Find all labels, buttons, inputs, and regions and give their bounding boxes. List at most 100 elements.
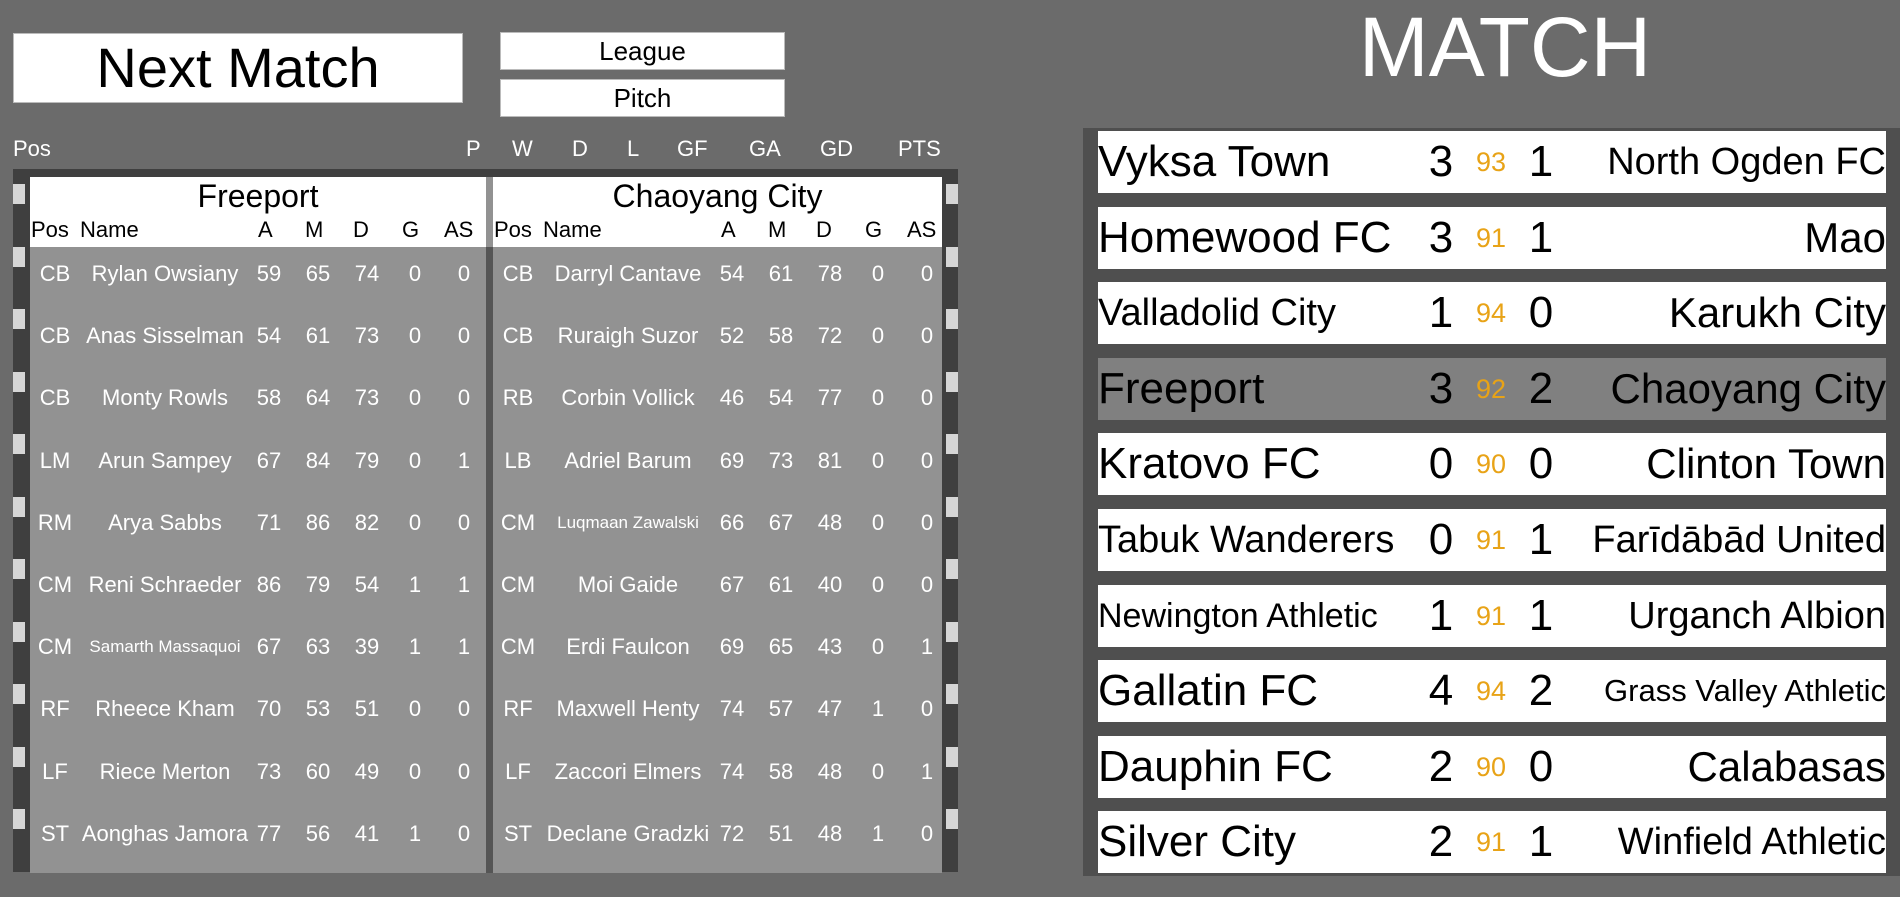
home-col-pos: Pos xyxy=(31,217,69,242)
player-name: Ruraigh Suzor xyxy=(557,323,699,349)
player-assists: 0 xyxy=(920,261,934,286)
player-defense: 77 xyxy=(817,385,843,411)
player-pos: LF xyxy=(505,758,531,784)
player-defense: 82 xyxy=(354,509,380,535)
fixture-row[interactable]: Gallatin FC 4 94 2 Grass Valley Athletic xyxy=(1098,660,1886,723)
home-player-row[interactable]: CB Rylan Owsiany 59 65 74 0 0 xyxy=(30,261,486,291)
fixture-home-score: 3 xyxy=(1428,212,1454,262)
player-defense: 81 xyxy=(817,447,843,473)
player-midfield: 61 xyxy=(768,261,794,286)
player-midfield: 84 xyxy=(305,447,331,473)
league-col-pos: Pos xyxy=(13,136,51,161)
home-player-row[interactable]: RF Rheece Kham 70 53 51 0 0 xyxy=(30,696,486,726)
player-pos: CB xyxy=(39,323,71,349)
player-goals: 0 xyxy=(871,634,885,660)
home-col-defense: D xyxy=(353,217,369,242)
player-pos: CM xyxy=(500,509,536,535)
away-player-row[interactable]: LB Adriel Barum 69 73 81 0 0 xyxy=(493,448,942,478)
away-player-row[interactable]: ST Declane Gradzki 72 51 48 1 0 xyxy=(493,821,942,851)
fixture-away-team: Chaoyang City xyxy=(1610,364,1886,412)
player-pos: CB xyxy=(39,385,71,411)
home-team-name: Freeport xyxy=(197,178,319,214)
league-col-won: W xyxy=(512,136,533,161)
player-attack: 54 xyxy=(719,261,745,286)
fixture-row[interactable]: Tabuk Wanderers 0 91 1 Farīdābād United xyxy=(1098,509,1886,571)
league-row-edge xyxy=(13,559,25,579)
player-midfield: 73 xyxy=(768,447,794,473)
away-player-row[interactable]: RF Maxwell Henty 74 57 47 1 0 xyxy=(493,696,942,726)
pitch-button[interactable]: Pitch xyxy=(500,79,785,117)
fixture-away-score: 0 xyxy=(1528,741,1554,791)
fixture-row[interactable]: Silver City 2 91 1 Winfield Athletic xyxy=(1098,811,1886,874)
player-midfield: 63 xyxy=(305,634,331,660)
fixture-minute: 94 xyxy=(1475,298,1507,329)
league-button[interactable]: League xyxy=(500,32,785,70)
fixture-home-score: 2 xyxy=(1428,741,1454,791)
player-goals: 1 xyxy=(871,696,885,722)
league-row-edge xyxy=(13,247,25,267)
fixture-minute: 91 xyxy=(1475,827,1507,858)
player-attack: 67 xyxy=(256,447,282,473)
player-assists: 0 xyxy=(457,261,471,286)
fixture-row-active[interactable]: Freeport 3 92 2 Chaoyang City xyxy=(1098,357,1886,420)
fixture-row[interactable]: Homewood FC 3 91 1 Mao xyxy=(1098,206,1886,269)
home-player-row[interactable]: CM Reni Schraeder 86 79 54 1 1 xyxy=(30,572,486,602)
player-name: Rylan Owsiany xyxy=(91,261,239,286)
fixture-row[interactable]: Vyksa Town 3 93 1 North Ogden FC xyxy=(1098,131,1886,193)
fixture-away-score: 2 xyxy=(1528,363,1554,413)
player-name: Anas Sisselman xyxy=(86,323,244,349)
next-match-button[interactable]: Next Match xyxy=(13,33,463,103)
fixture-home-score: 2 xyxy=(1428,817,1454,867)
home-player-row[interactable]: ST Aonghas Jamora 77 56 41 1 0 xyxy=(30,821,486,851)
fixture-row[interactable]: Valladolid City 1 94 0 Karukh City xyxy=(1098,282,1886,345)
away-player-row[interactable]: CB Darryl Cantave 54 61 78 0 0 xyxy=(493,261,942,291)
away-col-attack: A xyxy=(721,217,736,242)
player-assists: 0 xyxy=(920,385,934,411)
away-player-row[interactable]: CB Ruraigh Suzor 52 58 72 0 0 xyxy=(493,323,942,353)
fixture-home-score: 3 xyxy=(1428,137,1454,186)
player-assists: 0 xyxy=(457,696,471,722)
fixture-away-team: North Ogden FC xyxy=(1607,141,1886,183)
home-player-row[interactable]: CB Anas Sisselman 54 61 73 0 0 xyxy=(30,323,486,353)
player-assists: 0 xyxy=(920,323,934,349)
league-row-edge xyxy=(946,747,958,767)
player-goals: 1 xyxy=(408,820,422,846)
league-row-edge xyxy=(13,747,25,767)
fixture-row[interactable]: Newington Athletic 1 91 1 Urganch Albion xyxy=(1098,584,1886,647)
home-player-row[interactable]: RM Arya Sabbs 71 86 82 0 0 xyxy=(30,510,486,540)
league-row-edge xyxy=(13,309,25,329)
fixture-row[interactable]: Dauphin FC 2 90 0 Calabasas xyxy=(1098,735,1886,798)
away-col-defense: D xyxy=(816,217,832,242)
player-name: Maxwell Henty xyxy=(556,696,700,722)
away-player-row[interactable]: LF Zaccori Elmers 74 58 48 0 1 xyxy=(493,759,942,789)
fixture-away-score: 1 xyxy=(1528,212,1554,262)
league-col-goals-against: GA xyxy=(749,136,781,161)
lineups-panel: Freeport Pos Name A M D G AS Chaoyang Ci… xyxy=(30,177,942,873)
fixture-home-team: Gallatin FC xyxy=(1098,666,1319,716)
league-col-goal-diff: GD xyxy=(820,136,853,161)
player-attack: 71 xyxy=(256,509,282,535)
away-player-row[interactable]: CM Erdi Faulcon 69 65 43 0 1 xyxy=(493,634,942,664)
player-defense: 72 xyxy=(817,323,843,349)
fixture-row[interactable]: Kratovo FC 0 90 0 Clinton Town xyxy=(1098,433,1886,496)
home-player-row[interactable]: CB Monty Rowls 58 64 73 0 0 xyxy=(30,385,486,415)
player-attack: 70 xyxy=(256,696,282,722)
player-assists: 0 xyxy=(457,323,471,349)
league-col-lost: L xyxy=(627,136,640,161)
player-midfield: 60 xyxy=(305,758,331,784)
home-player-row[interactable]: LF Riece Merton 73 60 49 0 0 xyxy=(30,759,486,789)
fixture-home-score: 0 xyxy=(1428,439,1454,489)
player-defense: 54 xyxy=(354,572,380,597)
player-name: Aonghas Jamora xyxy=(81,820,249,846)
home-player-row[interactable]: CM Samarth Massaquoi 67 63 39 1 1 xyxy=(30,634,486,664)
away-player-row[interactable]: CM Luqmaan Zawalski 66 67 48 0 0 xyxy=(493,510,942,540)
away-player-row[interactable]: RB Corbin Vollick 46 54 77 0 0 xyxy=(493,385,942,415)
home-player-row[interactable]: LM Arun Sampey 67 84 79 0 1 xyxy=(30,448,486,478)
away-player-row[interactable]: CM Moi Gaide 67 61 40 0 0 xyxy=(493,572,942,602)
player-defense: 40 xyxy=(817,572,843,597)
player-goals: 1 xyxy=(871,820,885,846)
home-col-name: Name xyxy=(80,217,139,242)
fixture-minute: 90 xyxy=(1475,751,1507,782)
player-pos: CM xyxy=(37,572,73,597)
player-name: Reni Schraeder xyxy=(88,572,242,597)
